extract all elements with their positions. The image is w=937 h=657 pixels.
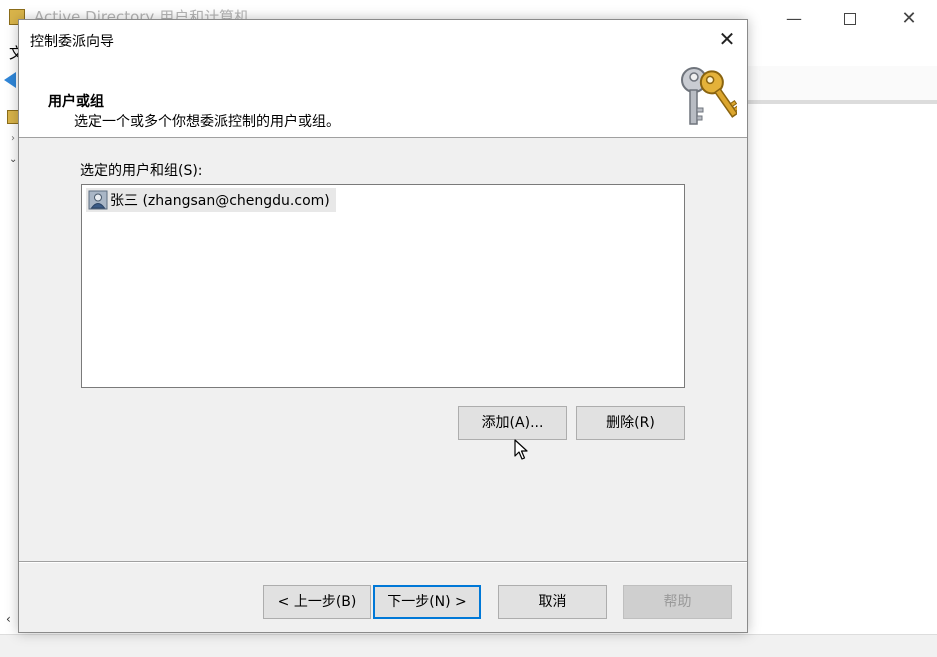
remove-button[interactable]: 删除(R) (576, 406, 685, 440)
wizard-step-title: 用户或组 (48, 94, 104, 110)
keys-icon (681, 67, 737, 125)
wizard-step-description: 选定一个或多个你想委派控制的用户或组。 (74, 114, 340, 130)
add-button[interactable]: 添加(A)... (458, 406, 567, 440)
mouse-cursor-icon (514, 439, 528, 460)
background-toolbar-divider (748, 100, 937, 104)
scroll-left-icon[interactable]: ‹ (6, 612, 11, 626)
dialog-title: 控制委派向导 (30, 34, 114, 50)
list-item[interactable]: 张三 (zhangsan@chengdu.com) (86, 188, 336, 212)
delegation-wizard-dialog: 控制委派向导 ✕ 用户或组 选定一个或多个你想委派控制的用户或组。 选定的用户和… (18, 19, 748, 633)
tree-collapse-icon[interactable]: ⌄ (9, 154, 17, 165)
user-icon (88, 190, 108, 210)
list-item-label: 张三 (zhangsan@chengdu.com) (110, 193, 330, 209)
minimize-icon[interactable]: — (783, 8, 805, 30)
next-button[interactable]: 下一步(N) > (373, 585, 481, 619)
cancel-button[interactable]: 取消 (498, 585, 607, 619)
selected-users-listbox[interactable]: 张三 (zhangsan@chengdu.com) (81, 184, 685, 388)
wizard-header: 用户或组 选定一个或多个你想委派控制的用户或组。 (19, 58, 747, 138)
background-statusbar (0, 634, 937, 657)
back-arrow-icon[interactable] (4, 72, 16, 88)
maximize-icon[interactable] (839, 8, 861, 30)
help-button: 帮助 (623, 585, 732, 619)
footer-separator (19, 561, 747, 563)
window-close-icon[interactable]: ✕ (898, 8, 920, 30)
dialog-titlebar: 控制委派向导 ✕ (19, 20, 747, 58)
dialog-close-icon[interactable]: ✕ (716, 29, 738, 51)
back-button[interactable]: < 上一步(B) (263, 585, 371, 619)
tree-expand-icon[interactable]: › (11, 133, 15, 144)
selected-users-label: 选定的用户和组(S): (80, 163, 203, 179)
background-toolbar (748, 66, 937, 103)
